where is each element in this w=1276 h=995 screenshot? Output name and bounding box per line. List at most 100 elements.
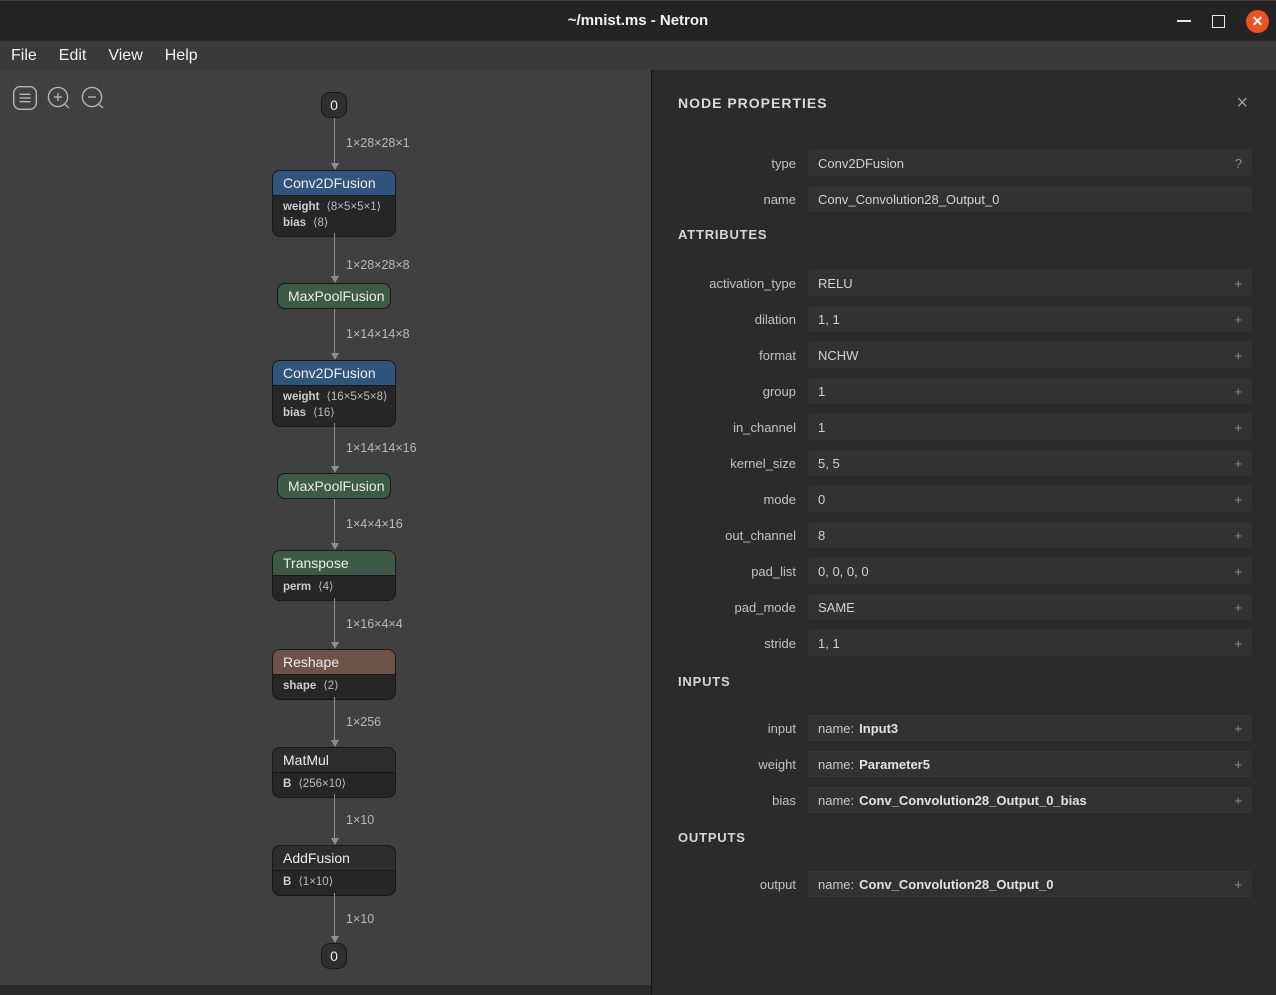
expand-plus-icon[interactable]: +	[1234, 528, 1242, 543]
edge	[333, 893, 336, 943]
attribute-value-box[interactable]: 1, 1 +	[808, 306, 1252, 332]
arrowhead-icon	[331, 353, 339, 360]
window-controls: ✕	[1177, 1, 1269, 41]
menu-edit[interactable]: Edit	[48, 47, 98, 65]
maximize-icon[interactable]	[1212, 15, 1225, 28]
edge-label[interactable]: 1×28×28×1	[346, 136, 410, 150]
type-value-box[interactable]: Conv2DFusion ?	[808, 150, 1252, 176]
arrowhead-icon	[331, 276, 339, 283]
node-body: shape⟨2⟩	[273, 674, 395, 699]
arrowhead-icon	[331, 543, 339, 550]
expand-plus-icon[interactable]: +	[1234, 600, 1242, 615]
node-body: weight⟨16×5×5×8⟩ bias⟨16⟩	[273, 385, 395, 426]
menu-file[interactable]: File	[0, 47, 48, 65]
edge	[333, 233, 336, 283]
arrowhead-icon	[331, 936, 339, 943]
arrowhead-icon	[331, 466, 339, 473]
attribute-value-box[interactable]: 8 +	[808, 522, 1252, 548]
name-value-box[interactable]: Conv_Convolution28_Output_0	[808, 186, 1252, 212]
expand-plus-icon[interactable]: +	[1234, 276, 1242, 291]
expand-plus-icon[interactable]: +	[1234, 420, 1242, 435]
minimize-icon[interactable]	[1177, 20, 1191, 22]
attribute-value-box[interactable]: RELU +	[808, 270, 1252, 296]
edge-label[interactable]: 1×10	[346, 813, 374, 827]
graph-input-node[interactable]: 0	[321, 92, 347, 118]
expand-plus-icon[interactable]: +	[1234, 384, 1242, 399]
input-row-input: input name:Input3 +	[652, 715, 1252, 741]
node-title: MatMul	[273, 748, 395, 772]
graph-output-node[interactable]: 0	[321, 943, 347, 969]
input-value-box[interactable]: name:Conv_Convolution28_Output_0_bias +	[808, 787, 1252, 813]
arrowhead-icon	[331, 163, 339, 170]
attribute-value-box[interactable]: 5, 5 +	[808, 450, 1252, 476]
attribute-value-box[interactable]: 0, 0, 0, 0 +	[808, 558, 1252, 584]
zoom-in-icon[interactable]	[46, 85, 72, 111]
edge-label[interactable]: 1×14×14×8	[346, 327, 410, 341]
attribute-value-box[interactable]: 1 +	[808, 378, 1252, 404]
expand-plus-icon[interactable]: +	[1234, 721, 1242, 736]
close-icon[interactable]: ✕	[1246, 10, 1269, 33]
attribute-row-mode: mode 0 +	[652, 486, 1252, 512]
node-attr-row: B⟨256×10⟩	[283, 776, 385, 792]
menu-bar: File Edit View Help	[0, 41, 1276, 70]
property-row-type: type Conv2DFusion ?	[652, 150, 1252, 176]
menu-view[interactable]: View	[97, 47, 153, 65]
node-attr-row: weight⟨8×5×5×1⟩	[283, 199, 385, 215]
attribute-row-pad-list: pad_list 0, 0, 0, 0 +	[652, 558, 1252, 584]
edge-label[interactable]: 1×14×14×16	[346, 441, 417, 455]
output-value-box[interactable]: name:Conv_Convolution28_Output_0 +	[808, 871, 1252, 897]
input-value-box[interactable]: name:Parameter5 +	[808, 751, 1252, 777]
graph-node-maxpoolfusion-2[interactable]: MaxPoolFusion	[277, 473, 391, 499]
graph-node-reshape[interactable]: Reshape shape⟨2⟩	[272, 649, 396, 700]
graph-node-maxpoolfusion-1[interactable]: MaxPoolFusion	[277, 283, 391, 309]
attribute-value-box[interactable]: 1, 1 +	[808, 630, 1252, 656]
menu-help[interactable]: Help	[154, 47, 209, 65]
attribute-value-box[interactable]: 0 +	[808, 486, 1252, 512]
output-row-output: output name:Conv_Convolution28_Output_0 …	[652, 871, 1252, 897]
edge	[333, 598, 336, 649]
edge-label[interactable]: 1×16×4×4	[346, 617, 403, 631]
edge-label[interactable]: 1×28×28×8	[346, 258, 410, 272]
expand-plus-icon[interactable]: +	[1234, 312, 1242, 327]
expand-plus-icon[interactable]: +	[1234, 564, 1242, 579]
expand-plus-icon[interactable]: +	[1234, 456, 1242, 471]
graph-node-addfusion[interactable]: AddFusion B⟨1×10⟩	[272, 845, 396, 896]
zoom-out-icon[interactable]	[80, 85, 106, 111]
attribute-row-kernel-size: kernel_size 5, 5 +	[652, 450, 1252, 476]
graph-node-transpose[interactable]: Transpose perm⟨4⟩	[272, 550, 396, 601]
panel-close-icon[interactable]: ×	[1236, 94, 1248, 112]
attribute-value-box[interactable]: 1 +	[808, 414, 1252, 440]
edge	[333, 794, 336, 845]
expand-plus-icon[interactable]: +	[1234, 492, 1242, 507]
graph-canvas[interactable]: 0 1×28×28×1 Conv2DFusion weight⟨8×5×5×1⟩…	[0, 70, 651, 985]
panel-header: NODE PROPERTIES ×	[678, 94, 1248, 112]
burger-menu-icon[interactable]	[12, 85, 38, 111]
node-title: Conv2DFusion	[273, 171, 395, 195]
node-attr-row: perm⟨4⟩	[283, 579, 385, 595]
expand-plus-icon[interactable]: +	[1234, 877, 1242, 892]
input-value-box[interactable]: name:Input3 +	[808, 715, 1252, 741]
node-body: B⟨1×10⟩	[273, 870, 395, 895]
attribute-value-box[interactable]: SAME +	[808, 594, 1252, 620]
edge-label[interactable]: 1×10	[346, 912, 374, 926]
node-attr-row: bias⟨16⟩	[283, 405, 385, 421]
edge-label[interactable]: 1×256	[346, 715, 381, 729]
window-title: ~/mnist.ms - Netron	[568, 12, 708, 29]
arrowhead-icon	[331, 838, 339, 845]
edge	[333, 309, 336, 360]
attribute-row-out-channel: out_channel 8 +	[652, 522, 1252, 548]
attribute-value-box[interactable]: NCHW +	[808, 342, 1252, 368]
node-title: Reshape	[273, 650, 395, 674]
node-body: perm⟨4⟩	[273, 575, 395, 600]
expand-plus-icon[interactable]: +	[1234, 757, 1242, 772]
help-icon[interactable]: ?	[1235, 156, 1242, 171]
expand-plus-icon[interactable]: +	[1234, 636, 1242, 651]
graph-node-matmul[interactable]: MatMul B⟨256×10⟩	[272, 747, 396, 798]
expand-plus-icon[interactable]: +	[1234, 348, 1242, 363]
expand-plus-icon[interactable]: +	[1234, 793, 1242, 808]
inputs-heading: INPUTS	[678, 674, 1276, 690]
graph-node-conv2dfusion-1[interactable]: Conv2DFusion weight⟨8×5×5×1⟩ bias⟨8⟩	[272, 170, 396, 237]
graph-node-conv2dfusion-2[interactable]: Conv2DFusion weight⟨16×5×5×8⟩ bias⟨16⟩	[272, 360, 396, 427]
edge-label[interactable]: 1×4×4×16	[346, 517, 403, 531]
attributes-heading: ATTRIBUTES	[678, 227, 1276, 243]
